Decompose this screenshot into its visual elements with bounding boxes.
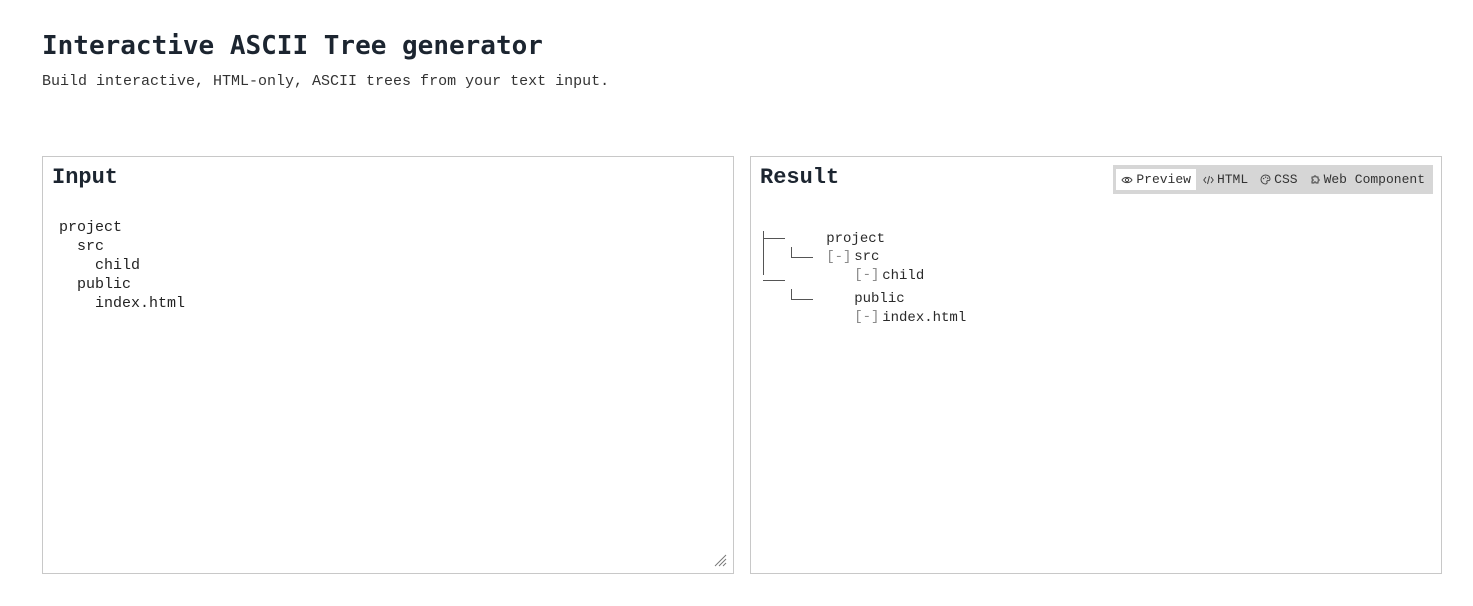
result-heading: Result xyxy=(760,165,840,190)
tree-node-src: src [-] xyxy=(787,230,879,283)
tab-css[interactable]: CSS xyxy=(1255,169,1302,190)
puzzle-icon xyxy=(1311,175,1320,184)
input-panel: Input project src child public index.htm… xyxy=(42,156,734,574)
tab-preview[interactable]: Preview xyxy=(1116,169,1196,190)
output-tabs: Preview HTML CSS Web Component xyxy=(1113,165,1433,194)
tree-node-index-html: index.html xyxy=(815,291,966,326)
code-icon xyxy=(1203,175,1214,184)
input-heading: Input xyxy=(52,165,119,190)
tab-web-component-label: Web Component xyxy=(1323,172,1425,187)
input-textarea[interactable]: project src child public index.html xyxy=(59,218,185,313)
tab-web-component[interactable]: Web Component xyxy=(1305,169,1430,190)
tab-html-label: HTML xyxy=(1216,172,1249,187)
tree-node-project: project [-] xyxy=(759,212,885,265)
eye-icon xyxy=(1121,176,1133,183)
tree-node-label: index.html xyxy=(882,310,967,326)
tab-html[interactable]: HTML xyxy=(1198,169,1253,190)
page-subtitle: Build interactive, HTML-only, ASCII tree… xyxy=(42,73,610,90)
tab-preview-label: Preview xyxy=(1136,172,1191,187)
page: Interactive ASCII Tree generator Build i… xyxy=(0,0,1473,606)
palette-icon xyxy=(1260,174,1271,185)
result-panel: Result Preview HTML CSS Web Component pr… xyxy=(750,156,1442,574)
tree-node-child: child xyxy=(815,249,924,284)
resize-handle-icon[interactable] xyxy=(713,553,727,567)
tab-css-label: CSS xyxy=(1274,172,1298,187)
tree-node-public: public [-] xyxy=(787,272,904,325)
page-title: Interactive ASCII Tree generator xyxy=(42,31,543,61)
